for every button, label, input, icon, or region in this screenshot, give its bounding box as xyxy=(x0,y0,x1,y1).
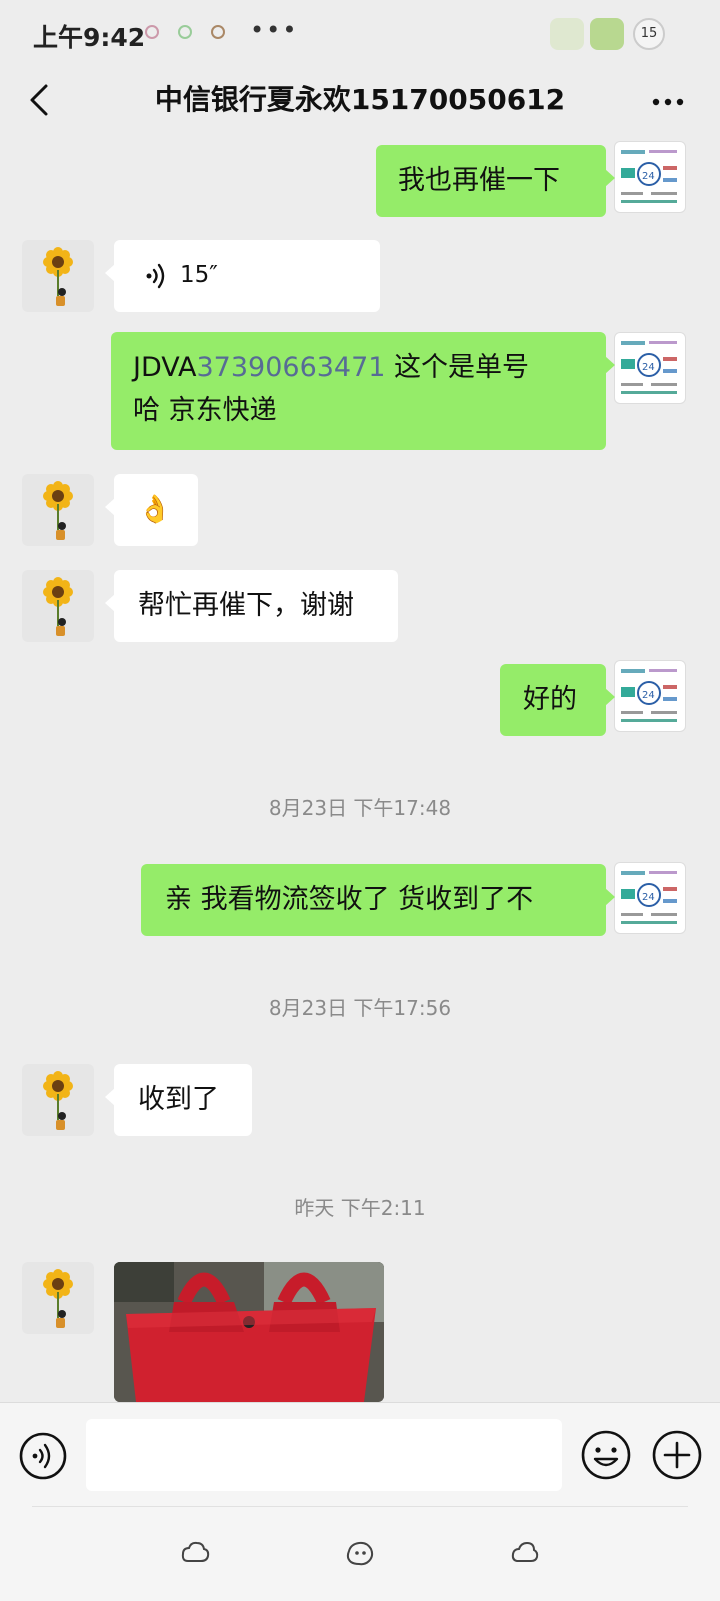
nav-home-icon[interactable] xyxy=(180,1539,210,1567)
svg-text:24: 24 xyxy=(642,171,655,182)
message-text: 帮忙再催下，谢谢 xyxy=(138,590,354,621)
message-bubble-outgoing[interactable]: JDVA37390663471 这个是单号 哈 京东快递 xyxy=(111,332,615,450)
voice-wave-icon xyxy=(146,263,165,289)
message-text: 亲 我看物流签收了 货收到了不 xyxy=(165,884,534,915)
status-time: 上午9:42 xyxy=(33,23,146,52)
contact-avatar[interactable] xyxy=(22,1064,94,1136)
self-avatar[interactable]: 24 xyxy=(614,862,686,934)
contact-avatar[interactable] xyxy=(22,474,94,546)
message-bubble-outgoing[interactable]: 亲 我看物流签收了 货收到了不 xyxy=(141,864,615,936)
notification-icon xyxy=(178,25,192,39)
chat-title: 中信银行夏永欢15170050612 xyxy=(154,83,566,116)
status-more-icon: ••• xyxy=(250,16,299,44)
timestamp: 8月23日 下午17:56 xyxy=(268,996,452,1020)
emoji-message-bubble[interactable]: 👌 xyxy=(105,474,198,546)
notification-icon xyxy=(145,25,159,39)
timestamp: 8月23日 下午17:48 xyxy=(268,796,452,820)
voice-input-icon[interactable] xyxy=(18,1431,68,1481)
chat-header: 中信银行夏永欢15170050612 xyxy=(0,66,720,138)
battery-badge: 15 xyxy=(633,18,665,50)
message-text: JDVA37390663471 这个是单号 xyxy=(133,352,530,383)
contact-avatar[interactable] xyxy=(22,570,94,642)
self-avatar[interactable]: 24 xyxy=(614,660,686,732)
voice-duration: 15″ xyxy=(180,262,218,288)
message-text: 哈 京东快递 xyxy=(133,395,277,426)
message-text: 收到了 xyxy=(138,1084,219,1115)
message-text: 好的 xyxy=(523,684,577,715)
divider xyxy=(32,1506,688,1507)
svg-text:24: 24 xyxy=(642,690,655,701)
message-text: 我也再催一下 xyxy=(398,165,560,196)
input-bar xyxy=(0,1402,720,1601)
wifi-sticker-icon xyxy=(590,18,624,50)
plus-circle-icon[interactable] xyxy=(651,1429,703,1481)
notification-icon xyxy=(211,25,225,39)
message-input[interactable] xyxy=(86,1419,562,1491)
self-avatar[interactable]: 24 xyxy=(614,332,686,404)
image-message[interactable] xyxy=(114,1262,384,1402)
timestamp: 昨天 下午2:11 xyxy=(294,1196,426,1220)
chevron-left-icon[interactable] xyxy=(22,80,62,120)
ok-hand-emoji: 👌 xyxy=(138,494,172,525)
status-bar: 上午9:42 ••• 15 xyxy=(0,0,720,66)
more-dots-icon[interactable] xyxy=(648,84,688,120)
contact-avatar[interactable] xyxy=(22,240,94,312)
voice-message-bubble[interactable]: 15″ xyxy=(105,240,380,312)
nav-assistant-icon[interactable] xyxy=(345,1538,375,1568)
message-bubble-outgoing[interactable]: 好的 xyxy=(500,664,615,736)
nav-back-icon[interactable] xyxy=(510,1539,540,1567)
tracking-number-link[interactable]: 37390663471 xyxy=(197,352,386,383)
self-avatar[interactable]: 24 xyxy=(614,141,686,213)
contact-avatar[interactable] xyxy=(22,1262,94,1334)
emoji-icon[interactable] xyxy=(580,1429,632,1481)
svg-text:24: 24 xyxy=(642,362,655,373)
sticker-icon xyxy=(550,18,584,50)
message-bubble-incoming[interactable]: 帮忙再催下，谢谢 xyxy=(105,570,398,642)
message-bubble-outgoing[interactable]: 我也再催一下 xyxy=(376,145,615,217)
message-bubble-incoming[interactable]: 收到了 xyxy=(105,1064,252,1136)
svg-text:24: 24 xyxy=(642,892,655,903)
